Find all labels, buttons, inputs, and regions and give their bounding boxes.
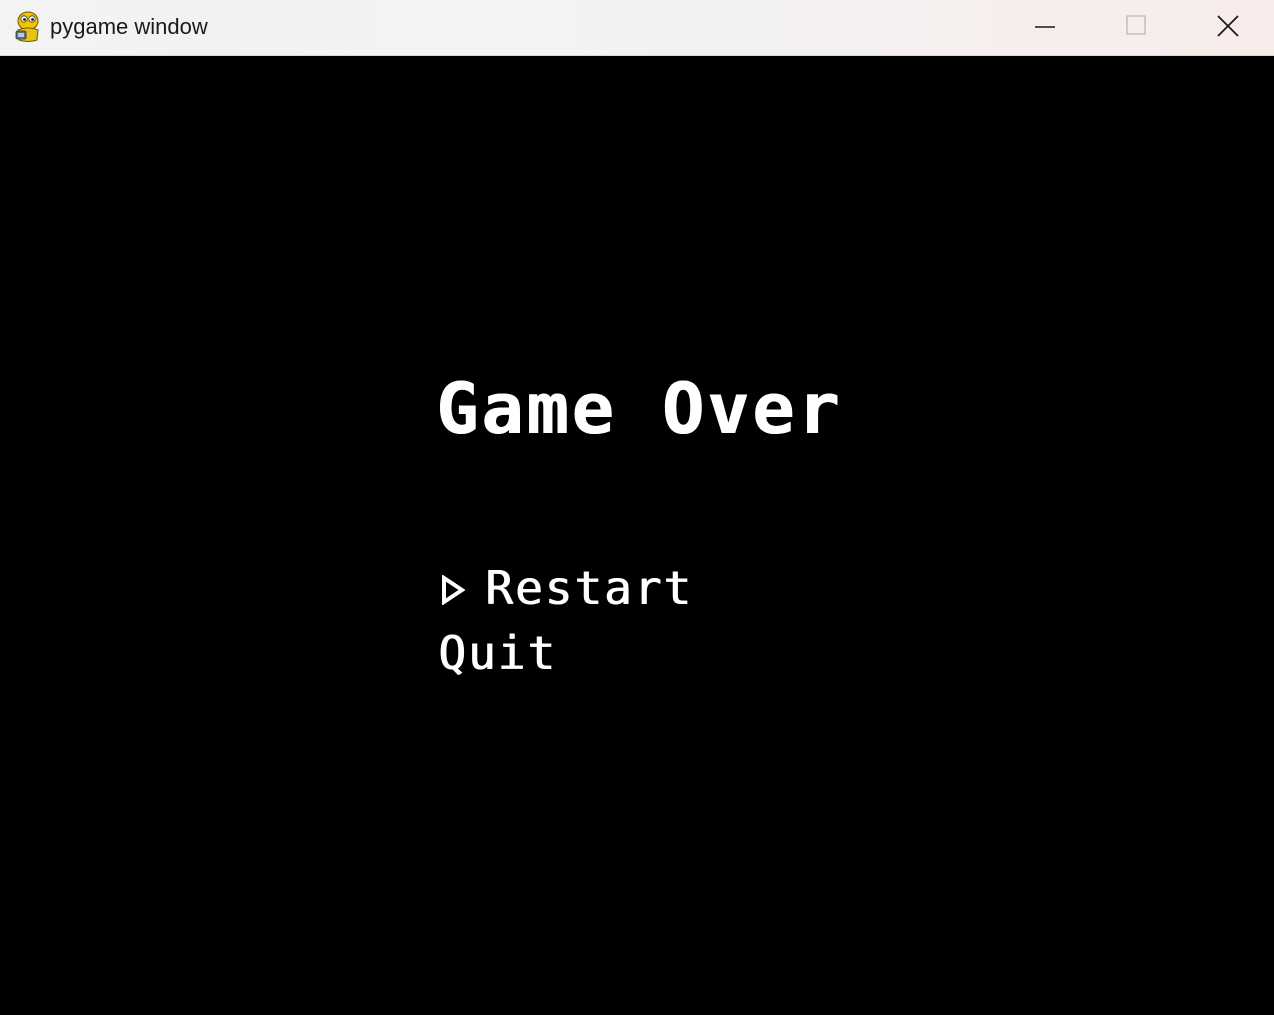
maximize-icon [1124,14,1148,43]
app-window: pygame window Game Over Restart Quit [0,0,1274,1015]
menu-item-restart[interactable]: Restart [485,560,693,616]
maximize-button[interactable] [1090,0,1182,56]
triangle-right-icon [441,574,466,606]
minimize-icon [1033,14,1057,43]
title-bar[interactable]: pygame window [0,0,1274,56]
game-canvas[interactable]: Game Over Restart Quit [0,57,1274,1015]
close-icon [1216,14,1240,43]
game-over-title: Game Over [436,368,843,450]
pygame-snake-icon [13,10,43,44]
close-button[interactable] [1182,0,1274,56]
window-title: pygame window [50,14,208,39]
menu-item-quit[interactable]: Quit [438,625,557,681]
minimize-button[interactable] [999,0,1091,56]
